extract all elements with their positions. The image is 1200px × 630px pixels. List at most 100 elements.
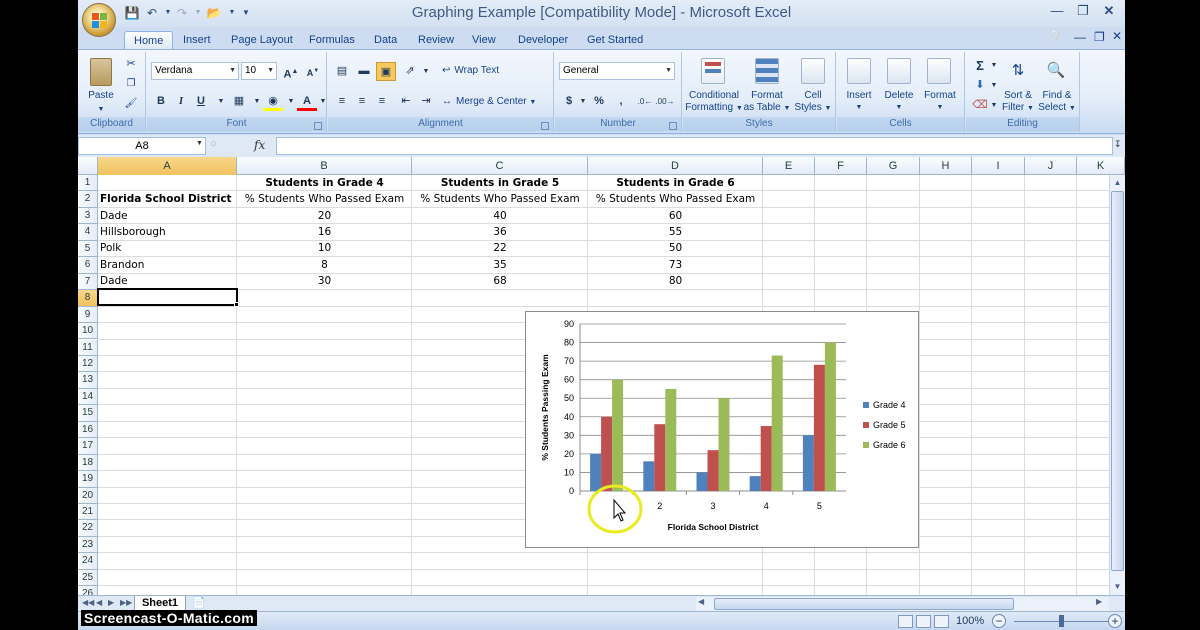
column-header-c[interactable]: C — [412, 157, 588, 175]
zoom-slider-thumb[interactable] — [1059, 615, 1064, 627]
cell-a3[interactable]: Dade — [100, 208, 237, 224]
row-header-15[interactable]: 15 — [78, 405, 98, 422]
row-header-19[interactable]: 19 — [78, 471, 98, 488]
cell-b7[interactable]: 30 — [237, 273, 412, 289]
column-header-e[interactable]: E — [763, 157, 815, 175]
help-icon[interactable]: ❔ — [1048, 30, 1063, 44]
ribbon-minimize-icon[interactable]: — — [1074, 30, 1086, 44]
row-header-16[interactable]: 16 — [78, 421, 98, 439]
row-header-23[interactable]: 23 — [78, 536, 98, 554]
align-middle-icon[interactable]: ▬ — [354, 62, 374, 81]
cell-styles-icon[interactable] — [801, 58, 825, 84]
cell-a4[interactable]: Hillsborough — [100, 224, 237, 240]
row-header-17[interactable]: 17 — [78, 438, 98, 455]
conditional-formatting-icon[interactable] — [701, 58, 725, 84]
horizontal-scrollbar[interactable]: ◀ ▶ — [696, 597, 1109, 611]
cell-a2[interactable]: Florida School District — [100, 191, 237, 207]
format-painter-icon[interactable]: 🖌 — [124, 98, 138, 110]
cell-b3[interactable]: 20 — [237, 208, 412, 224]
row-header-20[interactable]: 20 — [78, 487, 98, 504]
cell-a7[interactable]: Dade — [100, 273, 237, 289]
cell-d4[interactable]: 55 — [588, 224, 763, 240]
align-top-icon[interactable]: ▤ — [332, 62, 352, 81]
prev-sheet-icon[interactable]: ◀ — [96, 598, 102, 607]
zoom-out-icon[interactable]: − — [992, 614, 1006, 628]
column-header-h[interactable]: H — [920, 157, 972, 175]
comma-button[interactable]: , — [611, 92, 631, 111]
font-name-select[interactable]: Verdana ▼ — [151, 62, 239, 80]
cell-b2[interactable]: % Students Who Passed Exam — [237, 191, 412, 207]
italic-button[interactable]: I — [171, 92, 191, 111]
page-break-view-icon[interactable] — [934, 615, 949, 628]
row-header-5[interactable]: 5 — [78, 240, 98, 258]
tab-data[interactable]: Data — [365, 31, 406, 50]
alignment-dialog-launcher-icon[interactable] — [541, 122, 549, 130]
percent-button[interactable]: % — [589, 92, 609, 111]
cut-icon[interactable]: ✂ — [124, 58, 138, 70]
tab-page-layout[interactable]: Page Layout — [222, 31, 302, 50]
cell-c6[interactable]: 35 — [412, 257, 588, 273]
row-header-3[interactable]: 3 — [78, 207, 98, 225]
row-header-22[interactable]: 22 — [78, 520, 98, 537]
delete-cells-icon[interactable] — [887, 58, 911, 84]
insert-cells-icon[interactable] — [847, 58, 871, 84]
row-header-7[interactable]: 7 — [78, 273, 98, 291]
chart-object[interactable]: 0 10 20 30 40 50 60 70 80 90 2345 Grade 4 Grade 5G… — [525, 311, 919, 548]
format-cells-button[interactable]: Format ▼ — [919, 90, 961, 114]
insert-function-button[interactable]: fx — [254, 138, 265, 152]
office-button[interactable] — [82, 3, 116, 37]
cell-b5[interactable]: 10 — [237, 240, 412, 256]
cell-d6[interactable]: 73 — [588, 257, 763, 273]
tab-insert[interactable]: Insert — [174, 31, 220, 50]
zoom-in-icon[interactable]: + — [1108, 614, 1122, 628]
row-header-9[interactable]: 9 — [78, 306, 98, 324]
cell-d1[interactable]: Students in Grade 6 — [588, 175, 763, 191]
column-header-j[interactable]: J — [1025, 157, 1077, 175]
sort-filter-icon[interactable]: ⇅ — [1006, 60, 1030, 82]
row-header-4[interactable]: 4 — [78, 224, 98, 241]
expand-formula-bar-icon[interactable]: ↧ — [1114, 139, 1122, 150]
insert-cells-button[interactable]: Insert ▼ — [839, 90, 879, 114]
cell-b6[interactable]: 8 — [237, 257, 412, 273]
cell-d2[interactable]: % Students Who Passed Exam — [588, 191, 763, 207]
horizontal-scroll-thumb[interactable] — [714, 598, 1014, 610]
page-layout-view-icon[interactable] — [916, 615, 931, 628]
increase-decimal-icon[interactable]: .0← — [635, 92, 655, 111]
name-box-dropdown-icon[interactable]: ▼ — [196, 140, 203, 147]
name-box[interactable]: A8 — [78, 137, 206, 155]
row-header-18[interactable]: 18 — [78, 454, 98, 472]
copy-icon[interactable]: ❐ — [124, 78, 138, 90]
find-select-icon[interactable]: 🔍 — [1044, 60, 1068, 82]
number-format-select[interactable]: General ▼ — [559, 62, 675, 80]
font-size-select[interactable]: 10 ▼ — [241, 62, 277, 80]
worksheet-grid[interactable]: A B C D E F G H I J K 1 2 3 4 5 6 7 8 9 10 11 12 13 1… — [78, 157, 1125, 595]
row-header-10[interactable]: 10 — [78, 323, 98, 340]
find-select-button[interactable]: Find & Select ▼ — [1038, 90, 1076, 115]
row-header-11[interactable]: 11 — [78, 339, 98, 356]
tab-home[interactable]: Home — [124, 31, 174, 50]
sort-filter-button[interactable]: Sort & Filter ▼ — [1000, 90, 1036, 115]
cell-c2[interactable]: % Students Who Passed Exam — [412, 191, 588, 207]
zoom-level[interactable]: 100% — [956, 615, 984, 627]
scroll-up-icon[interactable]: ▲ — [1110, 175, 1125, 190]
format-as-table-button[interactable]: Format as Table ▼ — [743, 90, 791, 115]
selected-cell-a8[interactable] — [97, 288, 238, 306]
close-icon[interactable]: ✕ — [1098, 2, 1120, 20]
vertical-scroll-thumb[interactable] — [1111, 191, 1124, 571]
tab-get-started[interactable]: Get Started — [578, 31, 652, 50]
insert-sheet-icon[interactable]: 📄 — [192, 596, 206, 609]
tab-view[interactable]: View — [463, 31, 505, 50]
delete-cells-button[interactable]: Delete ▼ — [879, 90, 919, 114]
format-cells-icon[interactable] — [927, 58, 951, 84]
cell-c5[interactable]: 22 — [412, 240, 588, 256]
cell-c7[interactable]: 68 — [412, 273, 588, 289]
conditional-formatting-button[interactable]: Conditional Formatting ▼ — [685, 90, 743, 115]
column-header-a[interactable]: A — [98, 157, 237, 175]
align-bottom-icon[interactable]: ▣ — [376, 62, 396, 81]
fill-handle[interactable] — [234, 302, 239, 307]
paste-dropdown-icon[interactable]: ▼ — [96, 104, 106, 116]
align-center-icon[interactable]: ≡ — [352, 92, 372, 111]
row-header-24[interactable]: 24 — [78, 553, 98, 570]
normal-view-icon[interactable] — [898, 615, 913, 628]
minimize-icon[interactable]: — — [1046, 2, 1068, 20]
